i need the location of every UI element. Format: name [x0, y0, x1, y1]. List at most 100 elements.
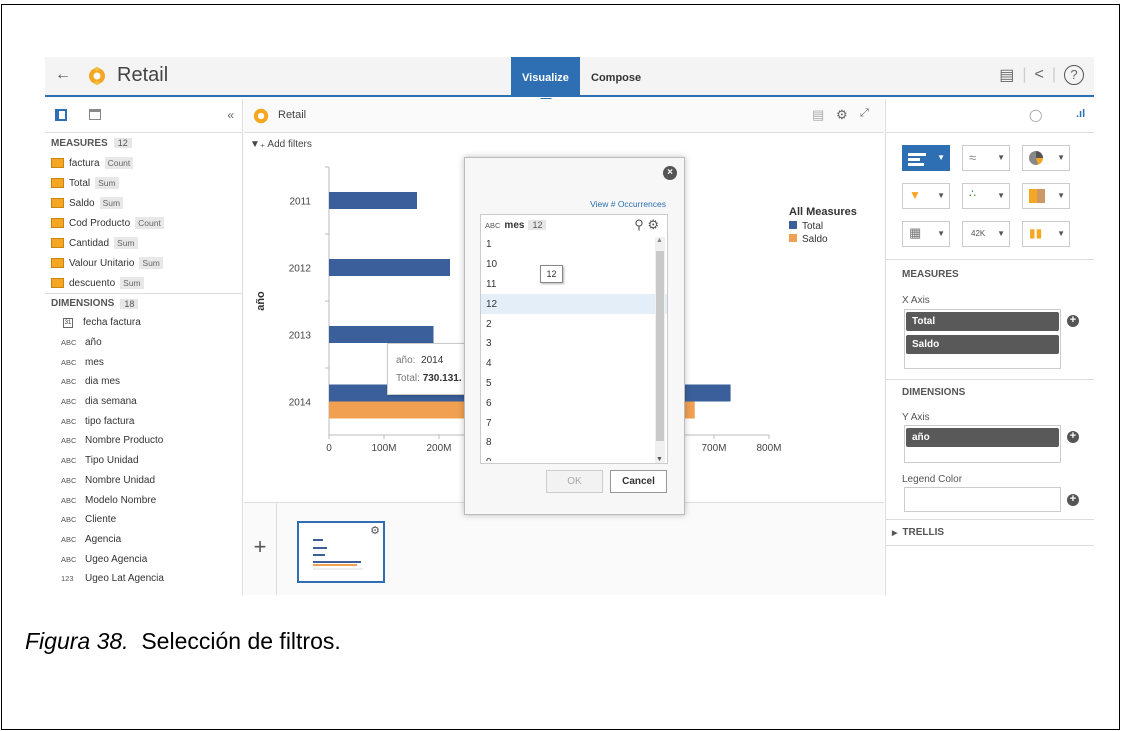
- type-badge: ABC: [61, 357, 77, 367]
- dimension-item[interactable]: ABC Nombre Unidad: [45, 471, 242, 491]
- settings-gear-icon[interactable]: ⚙: [836, 107, 848, 123]
- member-option[interactable]: 9: [481, 453, 667, 461]
- dimensions-section-label: DIMENSIONS: [902, 387, 966, 398]
- dimension-name: mes: [85, 356, 104, 368]
- scrollbar[interactable]: ▲ ▼: [655, 237, 665, 463]
- aggregation-badge[interactable]: Sum: [139, 257, 163, 269]
- member-option[interactable]: 3: [481, 334, 667, 354]
- dimension-item[interactable]: ABC año: [45, 333, 242, 353]
- aggregation-badge[interactable]: Count: [135, 217, 164, 229]
- aggregation-badge[interactable]: Sum: [95, 177, 119, 189]
- legend-color-dropzone[interactable]: [904, 487, 1061, 512]
- close-icon[interactable]: ×: [663, 166, 677, 180]
- dimension-item[interactable]: ABC Ugeo Agencia: [45, 549, 242, 569]
- bar-chart-type-button[interactable]: ▼: [902, 145, 950, 171]
- help-icon[interactable]: ?: [1064, 65, 1084, 85]
- type-badge: 123: [61, 574, 74, 584]
- member-option[interactable]: 2: [481, 314, 667, 334]
- box-plot-type-button[interactable]: ▮▮ ▼: [1022, 221, 1070, 247]
- maximize-icon[interactable]: ⤢: [860, 107, 869, 120]
- member-option[interactable]: 11: [481, 275, 667, 295]
- window-icon[interactable]: [89, 109, 101, 120]
- table-view-icon[interactable]: ▤: [812, 107, 824, 123]
- member-option[interactable]: 6: [481, 393, 667, 413]
- aggregation-badge[interactable]: Count: [104, 157, 134, 169]
- bar-total-2013[interactable]: [329, 326, 434, 343]
- line-chart-type-button[interactable]: ≈ ▼: [962, 145, 1010, 171]
- member-option[interactable]: 1: [481, 235, 667, 255]
- member-option[interactable]: 10: [481, 255, 667, 275]
- panel-layout-icon[interactable]: [55, 109, 67, 121]
- tab-visualize[interactable]: Visualize: [511, 57, 580, 104]
- member-option[interactable]: 8: [481, 433, 667, 453]
- x-axis-pill-saldo[interactable]: Saldo: [906, 335, 1059, 354]
- measure-item[interactable]: Cantidad Sum: [45, 233, 242, 253]
- trellis-section[interactable]: ▶ TRELLIS: [892, 527, 944, 538]
- dimension-item[interactable]: 123 Ugeo Lat Agencia: [45, 569, 242, 589]
- add-page-button[interactable]: +: [244, 503, 277, 595]
- measure-item[interactable]: Saldo Sum: [45, 193, 242, 213]
- y-tick-label: 2013: [289, 331, 312, 342]
- y-axis-pill-ano[interactable]: año: [906, 428, 1059, 447]
- share-icon[interactable]: <: [1035, 66, 1044, 84]
- cancel-button[interactable]: Cancel: [610, 470, 667, 493]
- member-option[interactable]: 7: [481, 413, 667, 433]
- member-option[interactable]: 12: [481, 294, 667, 315]
- page-thumbnail[interactable]: ⚙: [297, 521, 385, 583]
- measure-item[interactable]: descuento Sum: [45, 273, 242, 293]
- aggregation-badge[interactable]: Sum: [120, 277, 144, 289]
- measure-item[interactable]: factura Count: [45, 153, 242, 173]
- pie-chart-type-button[interactable]: ▼: [1022, 145, 1070, 171]
- bar-total-2011[interactable]: [329, 192, 417, 209]
- chart-builder-icon[interactable]: .ıl: [1076, 108, 1085, 120]
- member-option[interactable]: 5: [481, 374, 667, 394]
- table-chart-type-button[interactable]: ▦ ▼: [902, 221, 950, 247]
- dimension-name: tipo factura: [85, 415, 135, 427]
- dimension-name: Nombre Unidad: [85, 474, 156, 486]
- settings-gear-icon[interactable]: ⚙: [647, 217, 659, 232]
- member-option[interactable]: 4: [481, 354, 667, 374]
- chart-tooltip: año: 2014 Total: 730.131.: [387, 343, 472, 395]
- funnel-chart-type-button[interactable]: ▼ ▼: [902, 183, 950, 209]
- add-legend-color-icon[interactable]: +: [1067, 494, 1079, 506]
- x-axis-pill-total[interactable]: Total: [906, 312, 1059, 331]
- thumbnail-settings-icon[interactable]: ⚙: [370, 524, 380, 537]
- dimension-item[interactable]: ABC Nombre Producto: [45, 431, 242, 451]
- type-badge: ABC: [61, 377, 77, 387]
- dimension-item[interactable]: ABC Cliente: [45, 510, 242, 530]
- dimension-item[interactable]: ABC mes: [45, 352, 242, 372]
- measure-item[interactable]: Total Sum: [45, 173, 242, 193]
- dimension-item[interactable]: ABC Tipo Unidad: [45, 451, 242, 471]
- ok-button[interactable]: OK: [546, 470, 603, 493]
- view-occurrences-link[interactable]: View # Occurrences: [590, 199, 666, 209]
- measure-item[interactable]: Valour Unitario Sum: [45, 253, 242, 273]
- save-icon[interactable]: ▤: [999, 65, 1014, 85]
- add-x-axis-icon[interactable]: +: [1067, 315, 1079, 327]
- dimension-item[interactable]: 31 fecha factura: [45, 313, 242, 333]
- back-arrow-icon[interactable]: ←: [55, 66, 71, 84]
- measure-icon: [51, 178, 64, 188]
- type-badge: ABC: [61, 338, 77, 348]
- type-badge: ABC: [61, 416, 77, 426]
- dimension-item[interactable]: ABC tipo factura: [45, 411, 242, 431]
- app-window: ← Retail Visualize Compose ▤ | < | ? « M…: [45, 57, 1094, 595]
- dimension-item[interactable]: ABC dia mes: [45, 372, 242, 392]
- dimension-item[interactable]: ABC dia semana: [45, 392, 242, 412]
- scatter-chart-type-button[interactable]: ∴ ▼: [962, 183, 1010, 209]
- measure-item[interactable]: Cod Producto Count: [45, 213, 242, 233]
- search-icon[interactable]: ⚲: [634, 217, 644, 232]
- add-y-axis-icon[interactable]: +: [1067, 431, 1079, 443]
- heatmap-chart-type-button[interactable]: ▼: [1022, 183, 1070, 209]
- dimension-item[interactable]: ABC Modelo Nombre: [45, 490, 242, 510]
- dimension-item[interactable]: ABC Agencia: [45, 530, 242, 550]
- aggregation-badge[interactable]: Sum: [99, 197, 124, 209]
- tab-compose[interactable]: Compose: [591, 57, 641, 97]
- lightbulb-icon[interactable]: ◯: [1029, 108, 1042, 122]
- add-filters-button[interactable]: ▼₊ Add filters: [244, 133, 884, 157]
- measure-icon: [51, 218, 64, 228]
- collapse-panel-icon[interactable]: «: [227, 108, 234, 122]
- bar-total-2012[interactable]: [329, 259, 450, 276]
- aggregation-badge[interactable]: Sum: [114, 237, 138, 249]
- dimensions-header: DIMENSIONS 18: [45, 293, 242, 313]
- numeric-point-type-button[interactable]: 42K ▼: [962, 221, 1010, 247]
